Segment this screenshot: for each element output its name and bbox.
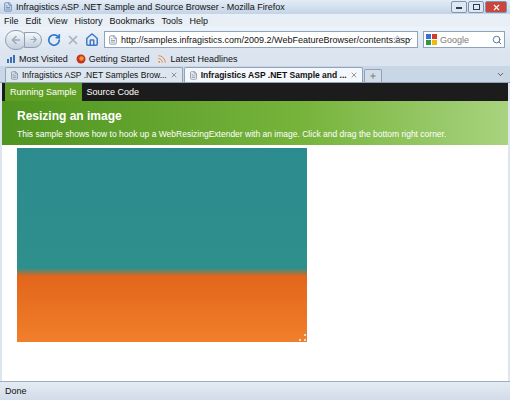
bookmark-item[interactable]: Latest Headlines	[157, 53, 237, 65]
menu-item[interactable]: Bookmarks	[109, 15, 154, 27]
home-icon[interactable]	[85, 33, 99, 47]
address-url: http://samples.infragistics.com/2009.2/W…	[121, 34, 390, 46]
sample-header: Resizing an image This sample shows how t…	[2, 101, 508, 145]
bookmarks-toolbar: Most Visited Getting Started Latest Headli…	[0, 52, 510, 66]
sample-tab[interactable]: Running Sample	[5, 83, 82, 101]
firefox-icon	[76, 54, 86, 64]
new-tab-button[interactable]	[364, 69, 382, 82]
tab-close-icon[interactable]	[170, 71, 178, 79]
menu-item[interactable]: History	[74, 15, 102, 27]
tab-page-icon	[10, 71, 19, 80]
close-icon	[492, 3, 501, 12]
back-forward-buttons	[5, 30, 42, 50]
menu-item[interactable]: Help	[189, 15, 208, 27]
status-text: Done	[5, 385, 27, 397]
menu-item[interactable]: File	[4, 15, 19, 27]
stop-icon[interactable]	[66, 33, 80, 47]
history-dropdown-icon[interactable]	[405, 35, 414, 44]
maximize-button[interactable]	[468, 1, 484, 13]
menu-item[interactable]: Tools	[161, 15, 182, 27]
forward-button[interactable]	[24, 32, 42, 48]
bookmark-star-icon[interactable]	[393, 35, 402, 44]
browser-tab[interactable]: Infragistics ASP .NET Samples Brow...	[5, 67, 183, 82]
page-icon	[108, 35, 118, 45]
bookmark-item[interactable]: Getting Started	[76, 53, 150, 65]
maximize-icon	[473, 4, 480, 10]
bookmark-item[interactable]: Most Visited	[6, 53, 68, 65]
resizable-image[interactable]	[17, 148, 307, 342]
tab-list-icon[interactable]	[496, 70, 505, 79]
sample-tab[interactable]: Source Code	[82, 83, 145, 101]
search-field[interactable]: Google	[423, 31, 505, 48]
sample-title: Resizing an image	[17, 108, 493, 124]
resize-handle[interactable]	[299, 334, 306, 341]
google-icon	[426, 34, 437, 45]
window-title: Infragistics ASP .NET Sample and Source …	[16, 1, 448, 13]
tab-page-icon	[189, 71, 198, 80]
search-icon[interactable]	[492, 35, 502, 45]
menu-bar: File Edit View History Bookmarks Tools Help	[0, 14, 510, 27]
title-bar: Infragistics ASP .NET Sample and Source …	[0, 0, 510, 14]
plus-icon	[369, 72, 377, 80]
rss-icon	[157, 54, 167, 64]
most-visited-icon	[6, 54, 16, 64]
address-field[interactable]: http://samples.infragistics.com/2009.2/W…	[104, 31, 418, 48]
browser-window: Infragistics ASP .NET Sample and Source …	[0, 0, 510, 400]
tab-close-icon[interactable]	[350, 71, 358, 79]
search-placeholder: Google	[440, 34, 489, 46]
page-content: Running SampleSource CodeResizing an ima…	[2, 83, 508, 381]
browser-tab[interactable]: Infragistics ASP .NET Sample and ...	[184, 67, 363, 82]
reload-icon[interactable]	[47, 33, 61, 47]
close-button[interactable]	[485, 1, 507, 13]
minimize-button[interactable]	[451, 1, 467, 13]
navigation-toolbar: http://samples.infragistics.com/2009.2/W…	[0, 27, 510, 52]
tab-bar: Infragistics ASP .NET Samples Brow...Inf…	[0, 66, 510, 83]
status-bar: Done	[0, 381, 510, 400]
window-icon	[3, 2, 13, 12]
menu-item[interactable]: View	[48, 15, 67, 27]
menu-item[interactable]: Edit	[26, 15, 42, 27]
forward-icon	[29, 35, 38, 44]
sample-tab-bar: Running SampleSource Code	[2, 83, 508, 101]
back-icon	[10, 34, 22, 46]
sample-description: This sample shows how to hook up a WebRe…	[17, 128, 493, 140]
minimize-icon	[456, 5, 462, 9]
